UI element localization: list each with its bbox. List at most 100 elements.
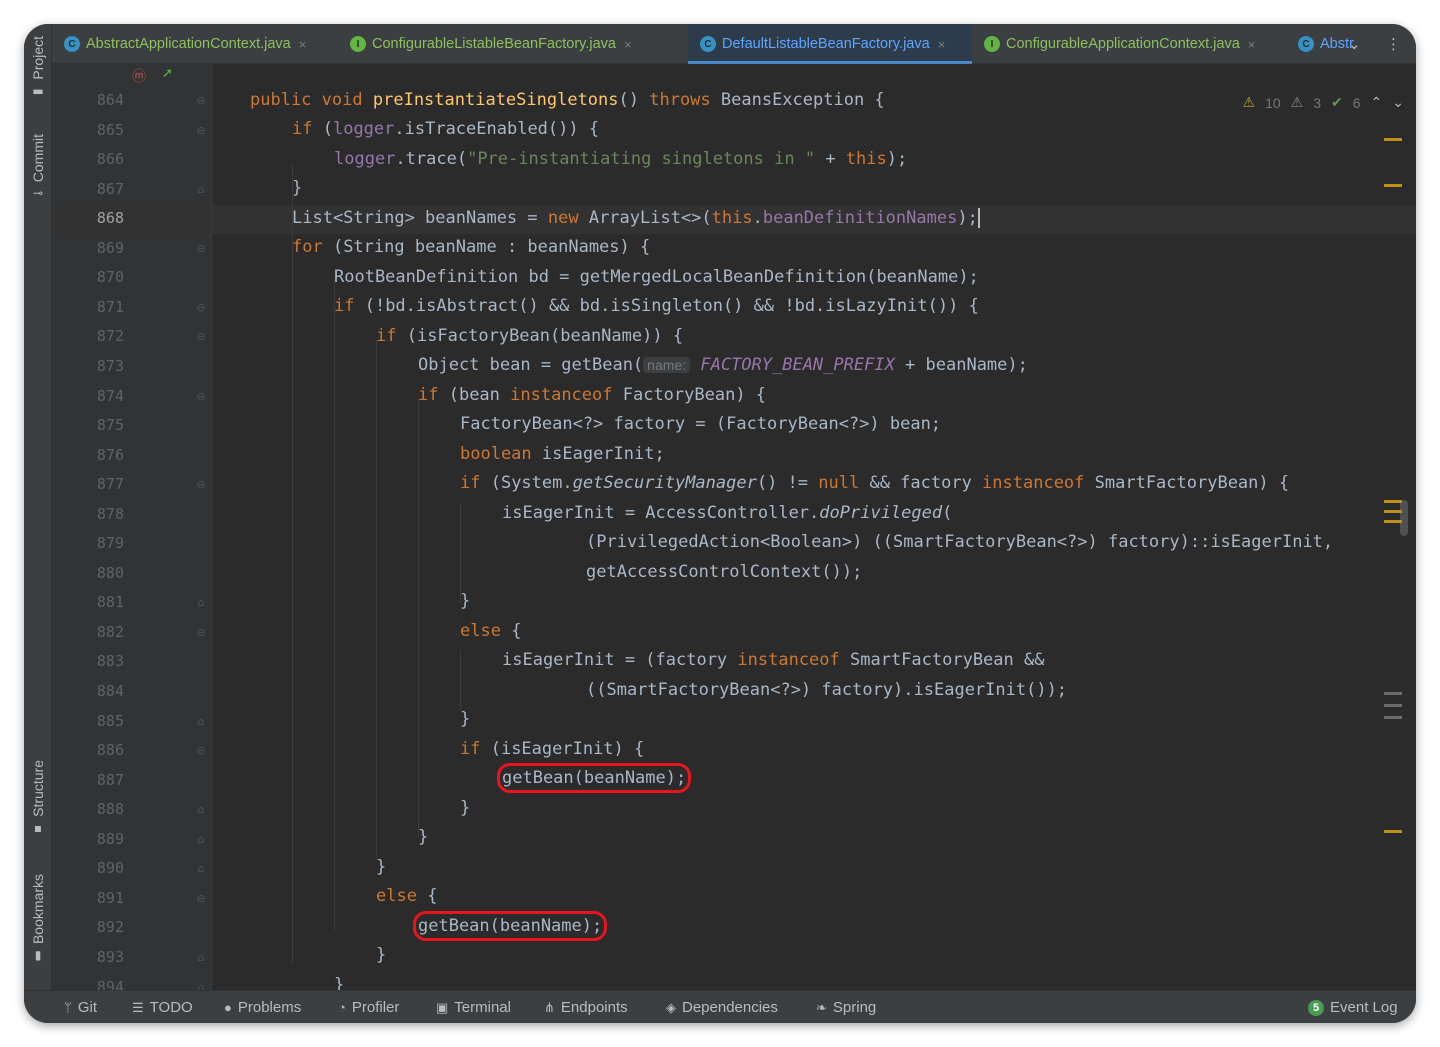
fold-marker-icon[interactable]: ⊖	[194, 242, 208, 256]
line-number[interactable]: 874	[52, 387, 124, 405]
fold-marker-icon[interactable]: ⊖	[194, 892, 208, 906]
line-number[interactable]: 868	[52, 209, 124, 227]
close-icon[interactable]: ×	[938, 37, 946, 52]
code-editor[interactable]: ⓜ ➚ 864 ⊖ 865 ⊖ 866 867 ⌂ 868 869 ⊖ 870 871 ⊖ 872 ⊖ 873…	[52, 64, 1416, 990]
editor-more-menu[interactable]: ⋮	[1386, 24, 1401, 64]
fold-marker-icon[interactable]: ⊖	[194, 390, 208, 404]
fold-marker-icon[interactable]: ⊖	[194, 301, 208, 315]
event-log-button[interactable]: 5 Event Log	[1308, 991, 1398, 1023]
line-number[interactable]: 870	[52, 268, 124, 286]
profiler-tool-button[interactable]: ◔ Profiler	[338, 991, 399, 1023]
fold-marker-icon[interactable]: ⌂	[194, 596, 208, 610]
line-number[interactable]: 878	[52, 505, 124, 523]
line-number[interactable]: 869	[52, 239, 124, 257]
tab-default-listable-bean-factory[interactable]: C DefaultListableBeanFactory.java ×	[688, 24, 972, 64]
line-number[interactable]: 891	[52, 889, 124, 907]
line-number[interactable]: 884	[52, 682, 124, 700]
implements-icon[interactable]: ➚	[162, 66, 173, 81]
git-tool-button[interactable]: ᛘ Git	[64, 991, 97, 1023]
info-marker[interactable]	[1384, 716, 1402, 719]
override-method-icon[interactable]: ⓜ	[132, 66, 146, 86]
fold-marker-icon[interactable]: ⊖	[194, 330, 208, 344]
fold-marker-icon[interactable]: ⌂	[194, 803, 208, 817]
fold-marker-icon[interactable]: ⌂	[194, 951, 208, 965]
commit-tool-label: Commit	[30, 134, 46, 183]
spring-leaf-icon: ❧	[816, 999, 827, 1015]
fold-marker-icon[interactable]: ⊖	[194, 744, 208, 758]
line-number[interactable]: 866	[52, 150, 124, 168]
line-number[interactable]: 887	[52, 771, 124, 789]
tab-label: ConfigurableListableBeanFactory.java	[372, 36, 616, 52]
line-number[interactable]: 894	[52, 978, 124, 991]
fold-marker-icon[interactable]: ⌂	[194, 981, 208, 991]
line-number[interactable]: 888	[52, 800, 124, 818]
line-number[interactable]: 882	[52, 623, 124, 641]
class-icon: C	[700, 36, 716, 52]
warning-marker[interactable]	[1384, 830, 1402, 833]
line-number[interactable]: 873	[52, 357, 124, 375]
info-marker[interactable]	[1384, 692, 1402, 695]
line-number[interactable]: 883	[52, 652, 124, 670]
line-number[interactable]: 865	[52, 121, 124, 139]
line-number[interactable]: 871	[52, 298, 124, 316]
line-number[interactable]: 885	[52, 712, 124, 730]
fold-marker-icon[interactable]: ⌂	[194, 183, 208, 197]
project-tool-button[interactable]: Project ▬	[24, 36, 52, 98]
line-number[interactable]: 892	[52, 918, 124, 936]
fold-marker-icon[interactable]: ⌂	[194, 715, 208, 729]
close-icon[interactable]: ×	[299, 37, 307, 52]
inspection-widget[interactable]: ⚠ 10 ⚠ 3 ✔ 6 ⌃ ⌄	[1243, 94, 1405, 111]
fold-marker-icon[interactable]: ⊖	[194, 478, 208, 492]
problems-tool-button[interactable]: ● Problems	[224, 991, 301, 1023]
line-number[interactable]: 886	[52, 741, 124, 759]
line-number[interactable]: 889	[52, 830, 124, 848]
next-highlight-icon[interactable]: ⌄	[1392, 94, 1404, 111]
line-number[interactable]: 872	[52, 327, 124, 345]
close-icon[interactable]: ×	[624, 37, 632, 52]
line-number[interactable]: 876	[52, 446, 124, 464]
tab-abstract-application-context[interactable]: C AbstractApplicationContext.java ×	[62, 24, 338, 64]
commit-tool-button[interactable]: Commit ⊸	[24, 134, 52, 200]
close-icon[interactable]: ×	[1248, 37, 1256, 52]
warning-marker[interactable]	[1384, 138, 1402, 141]
fold-marker-icon[interactable]: ⌂	[194, 862, 208, 876]
structure-tool-button[interactable]: Structure ▪	[24, 760, 52, 835]
fold-marker-icon[interactable]: ⊖	[194, 626, 208, 640]
bookmarks-tool-button[interactable]: Bookmarks ▮	[24, 874, 52, 962]
code-line: }	[460, 591, 471, 611]
warning-marker[interactable]	[1384, 500, 1402, 503]
warning-marker[interactable]	[1384, 520, 1402, 523]
line-number[interactable]: 880	[52, 564, 124, 582]
code-line: else {	[460, 621, 522, 641]
code-line: else {	[376, 886, 438, 906]
warning-marker[interactable]	[1384, 184, 1402, 187]
previous-highlight-icon[interactable]: ⌃	[1371, 94, 1383, 111]
code-line: public void preInstantiateSingletons() t…	[250, 90, 885, 110]
tab-label: DefaultListableBeanFactory.java	[722, 36, 930, 52]
info-marker[interactable]	[1384, 704, 1402, 707]
line-number[interactable]: 875	[52, 416, 124, 434]
structure-icon: ▪	[33, 820, 43, 835]
bookmark-icon: ▮	[34, 948, 42, 963]
fold-marker-icon[interactable]: ⌂	[194, 833, 208, 847]
warning-marker[interactable]	[1384, 510, 1402, 513]
line-number[interactable]: 893	[52, 948, 124, 966]
todo-tool-button[interactable]: ☰ TODO	[132, 991, 193, 1023]
spring-tool-button[interactable]: ❧ Spring	[816, 991, 876, 1023]
tab-configurable-application-context[interactable]: I ConfigurableApplicationContext.java ×	[982, 24, 1282, 64]
terminal-tool-button[interactable]: ▣ Terminal	[436, 991, 511, 1023]
vertical-scrollbar-thumb[interactable]	[1400, 500, 1408, 536]
line-number[interactable]: 879	[52, 534, 124, 552]
dependencies-tool-button[interactable]: ◈ Dependencies	[666, 991, 778, 1023]
fold-marker-icon[interactable]: ⊖	[194, 94, 208, 108]
interface-icon: I	[984, 36, 1000, 52]
line-number[interactable]: 890	[52, 859, 124, 877]
tab-configurable-listable-bean-factory[interactable]: I ConfigurableListableBeanFactory.java ×	[348, 24, 688, 64]
line-number[interactable]: 881	[52, 593, 124, 611]
endpoints-tool-button[interactable]: ⋔ Endpoints	[544, 991, 628, 1023]
line-number[interactable]: 864	[52, 91, 124, 109]
tab-list-dropdown[interactable]: ⌄	[1348, 24, 1361, 64]
line-number[interactable]: 877	[52, 475, 124, 493]
fold-marker-icon[interactable]: ⊖	[194, 124, 208, 138]
line-number[interactable]: 867	[52, 180, 124, 198]
